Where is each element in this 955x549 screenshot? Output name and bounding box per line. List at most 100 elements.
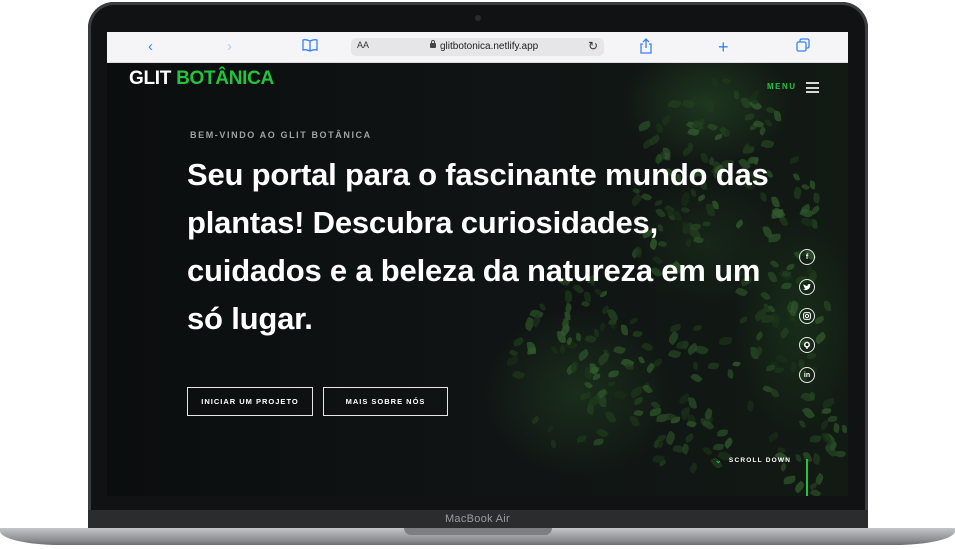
- ivy-leaf: [802, 405, 816, 421]
- ivy-leaf: [773, 110, 782, 121]
- ivy-leaf: [717, 429, 729, 437]
- ivy-leaf: [723, 128, 731, 138]
- back-icon[interactable]: ‹: [148, 38, 153, 56]
- instagram-icon[interactable]: [799, 308, 815, 324]
- ivy-leaf: [763, 118, 773, 129]
- ivy-leaf: [545, 425, 555, 434]
- ivy-leaf: [550, 345, 558, 355]
- ivy-leaf: [827, 415, 838, 423]
- scroll-down-link[interactable]: ⌄ SCROLL DOWN: [715, 456, 791, 465]
- screen: ‹ › AA glitbotonica.netlify.app ↻ + GLIT…: [107, 32, 848, 496]
- ivy-leaf: [705, 99, 715, 113]
- ivy-leaf: [690, 372, 704, 385]
- twitter-icon[interactable]: [799, 279, 815, 295]
- ivy-leaf: [511, 369, 526, 382]
- linkedin-icon[interactable]: in: [799, 367, 815, 383]
- facebook-icon[interactable]: f: [799, 249, 815, 265]
- ivy-leaf: [706, 122, 719, 133]
- ivy-leaf: [712, 442, 725, 451]
- ivy-leaf: [727, 368, 735, 379]
- ivy-leaf: [793, 172, 801, 182]
- ivy-leaf: [530, 415, 541, 425]
- ivy-leaf: [576, 434, 588, 443]
- scroll-down-label: SCROLL DOWN: [728, 457, 792, 464]
- chevron-down-icon: ⌄: [715, 456, 723, 465]
- ivy-leaf: [701, 446, 713, 457]
- ivy-leaf: [683, 432, 695, 443]
- brand-main: GLIT: [129, 68, 172, 89]
- ivy-leaf: [809, 434, 822, 444]
- ivy-leaf: [745, 399, 756, 412]
- ivy-leaf: [608, 370, 620, 378]
- ivy-leaf: [794, 453, 802, 462]
- ivy-leaf: [821, 397, 836, 409]
- ivy-leaf: [607, 381, 615, 387]
- ivy-leaf: [842, 425, 848, 434]
- welcome-eyebrow: BEM-VINDO AO GLIT BOTÂNICA: [190, 130, 372, 140]
- github-icon[interactable]: [799, 337, 815, 353]
- brand-logo[interactable]: GLIT BOTÂNICA: [129, 68, 274, 90]
- ivy-leaf: [793, 480, 807, 494]
- ivy-leaf: [809, 391, 817, 401]
- ivy-leaf: [632, 396, 644, 406]
- ivy-leaf: [660, 113, 674, 126]
- scroll-indicator-line: [806, 459, 808, 496]
- ivy-leaf: [569, 360, 581, 374]
- ivy-leaf: [786, 263, 796, 271]
- ivy-leaf: [811, 453, 822, 466]
- share-icon[interactable]: [639, 38, 653, 56]
- ivy-leaf: [710, 76, 719, 87]
- about-us-button[interactable]: MAIS SOBRE NÓS: [323, 387, 448, 416]
- ivy-leaf: [809, 487, 822, 496]
- ivy-leaf: [788, 155, 800, 164]
- ivy-leaf: [667, 348, 681, 360]
- text-size-button[interactable]: AA: [357, 40, 369, 50]
- ivy-leaf: [807, 352, 817, 360]
- ivy-leaf: [783, 475, 796, 485]
- browser-toolbar: ‹ › AA glitbotonica.netlify.app ↻ +: [107, 32, 848, 63]
- ivy-leaf: [688, 462, 699, 474]
- ivy-leaf: [613, 344, 627, 355]
- ivy-leaf: [813, 315, 825, 325]
- device-label: MacBook Air: [444, 513, 511, 525]
- ivy-leaf: [798, 419, 806, 428]
- ivy-leaf: [767, 431, 780, 443]
- ivy-leaf: [593, 438, 604, 446]
- ivy-leaf: [744, 113, 755, 121]
- ivy-leaf: [823, 300, 832, 312]
- ivy-leaf: [647, 134, 661, 146]
- ivy-leaf: [667, 99, 681, 110]
- bookmarks-icon[interactable]: [302, 38, 318, 56]
- ivy-leaf: [808, 180, 816, 190]
- ivy-leaf: [811, 192, 821, 204]
- ivy-leaf: [707, 361, 719, 370]
- ivy-leaf: [768, 386, 780, 399]
- tabs-icon[interactable]: [796, 38, 810, 56]
- ivy-leaf: [813, 331, 828, 345]
- ivy-leaf: [680, 443, 690, 455]
- ivy-leaf: [591, 373, 601, 381]
- hero-headline: Seu portal para o fascinante mundo das p…: [187, 157, 769, 336]
- brand-accent: BOTÂNICA: [176, 68, 274, 89]
- forward-icon[interactable]: ›: [227, 38, 232, 56]
- hamburger-icon[interactable]: [806, 82, 819, 93]
- hero-section: GLIT BOTÂNICA MENU BEM-VINDO AO GLIT BOT…: [107, 63, 848, 496]
- camera: [475, 15, 481, 21]
- ivy-leaf: [604, 409, 618, 425]
- ivy-leaf: [757, 126, 767, 137]
- ivy-leaf: [644, 362, 656, 374]
- ivy-leaf: [721, 76, 731, 86]
- ivy-leaf: [663, 430, 678, 446]
- ivy-leaf: [642, 383, 654, 396]
- reload-icon[interactable]: ↻: [588, 39, 598, 53]
- new-tab-icon[interactable]: +: [718, 38, 729, 56]
- menu-label[interactable]: MENU: [767, 82, 797, 91]
- ivy-leaf: [637, 120, 652, 132]
- ivy-leaf: [638, 355, 646, 365]
- start-project-button[interactable]: INICIAR UM PROJETO: [187, 387, 313, 416]
- ivy-leaf: [792, 186, 804, 201]
- address-bar[interactable]: AA glitbotonica.netlify.app ↻: [351, 38, 604, 56]
- ivy-leaf: [583, 380, 593, 390]
- ivy-leaf: [656, 434, 666, 442]
- ivy-leaf: [549, 439, 557, 449]
